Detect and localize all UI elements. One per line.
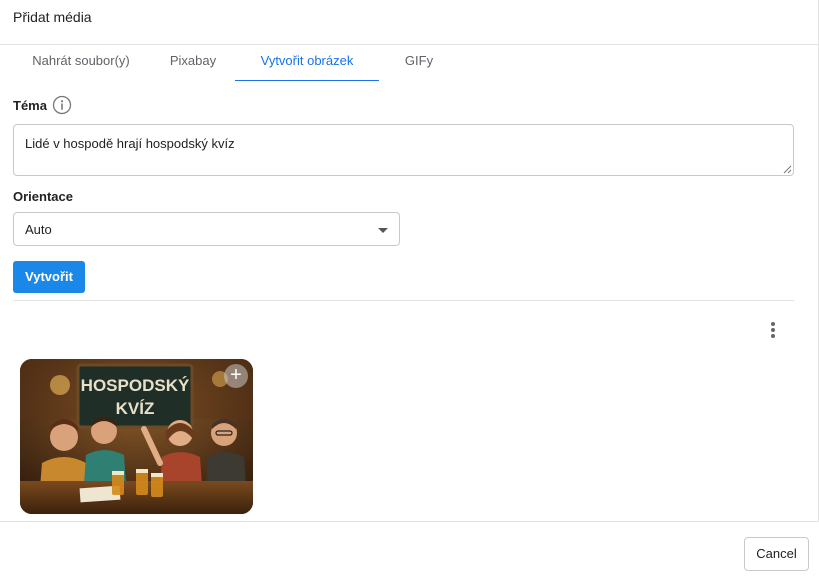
dialog-header: Přidat média [0,0,819,45]
orientation-label: Orientace [13,189,73,204]
sign-text-line1: HOSPODSKÝ [81,376,190,395]
cancel-button[interactable]: Cancel [744,537,809,571]
more-vertical-icon[interactable] [766,321,780,339]
topic-input[interactable]: Lidé v hospodě hrají hospodský kvíz [13,124,794,176]
chevron-down-icon [378,228,388,233]
create-button[interactable]: Vytvořit [13,261,85,293]
orientation-value: Auto [25,222,52,237]
resize-grip-icon[interactable] [783,165,792,174]
tab-create-image[interactable]: Vytvořit obrázek [235,45,379,81]
tab-gifs[interactable]: GIFy [380,45,458,81]
tab-pixabay[interactable]: Pixabay [150,45,236,81]
dialog-footer: Cancel [0,521,819,579]
generated-image[interactable]: HOSPODSKÝ KVÍZ [20,359,253,514]
tab-bar: Nahrát soubor(y) Pixabay Vytvořit obráze… [0,45,819,81]
tab-upload-files[interactable]: Nahrát soubor(y) [13,45,149,81]
topic-label: Téma [13,98,47,113]
dialog-title: Přidat média [13,9,92,25]
divider [13,300,794,301]
info-icon[interactable] [52,95,72,115]
pub-quiz-illustration: HOSPODSKÝ KVÍZ [20,359,253,514]
sign-text-line2: KVÍZ [116,399,155,418]
add-media-dialog: Přidat média Nahrát soubor(y) Pixabay Vy… [0,0,819,579]
plus-icon[interactable]: + [224,364,248,388]
orientation-select[interactable]: Auto [13,212,400,246]
